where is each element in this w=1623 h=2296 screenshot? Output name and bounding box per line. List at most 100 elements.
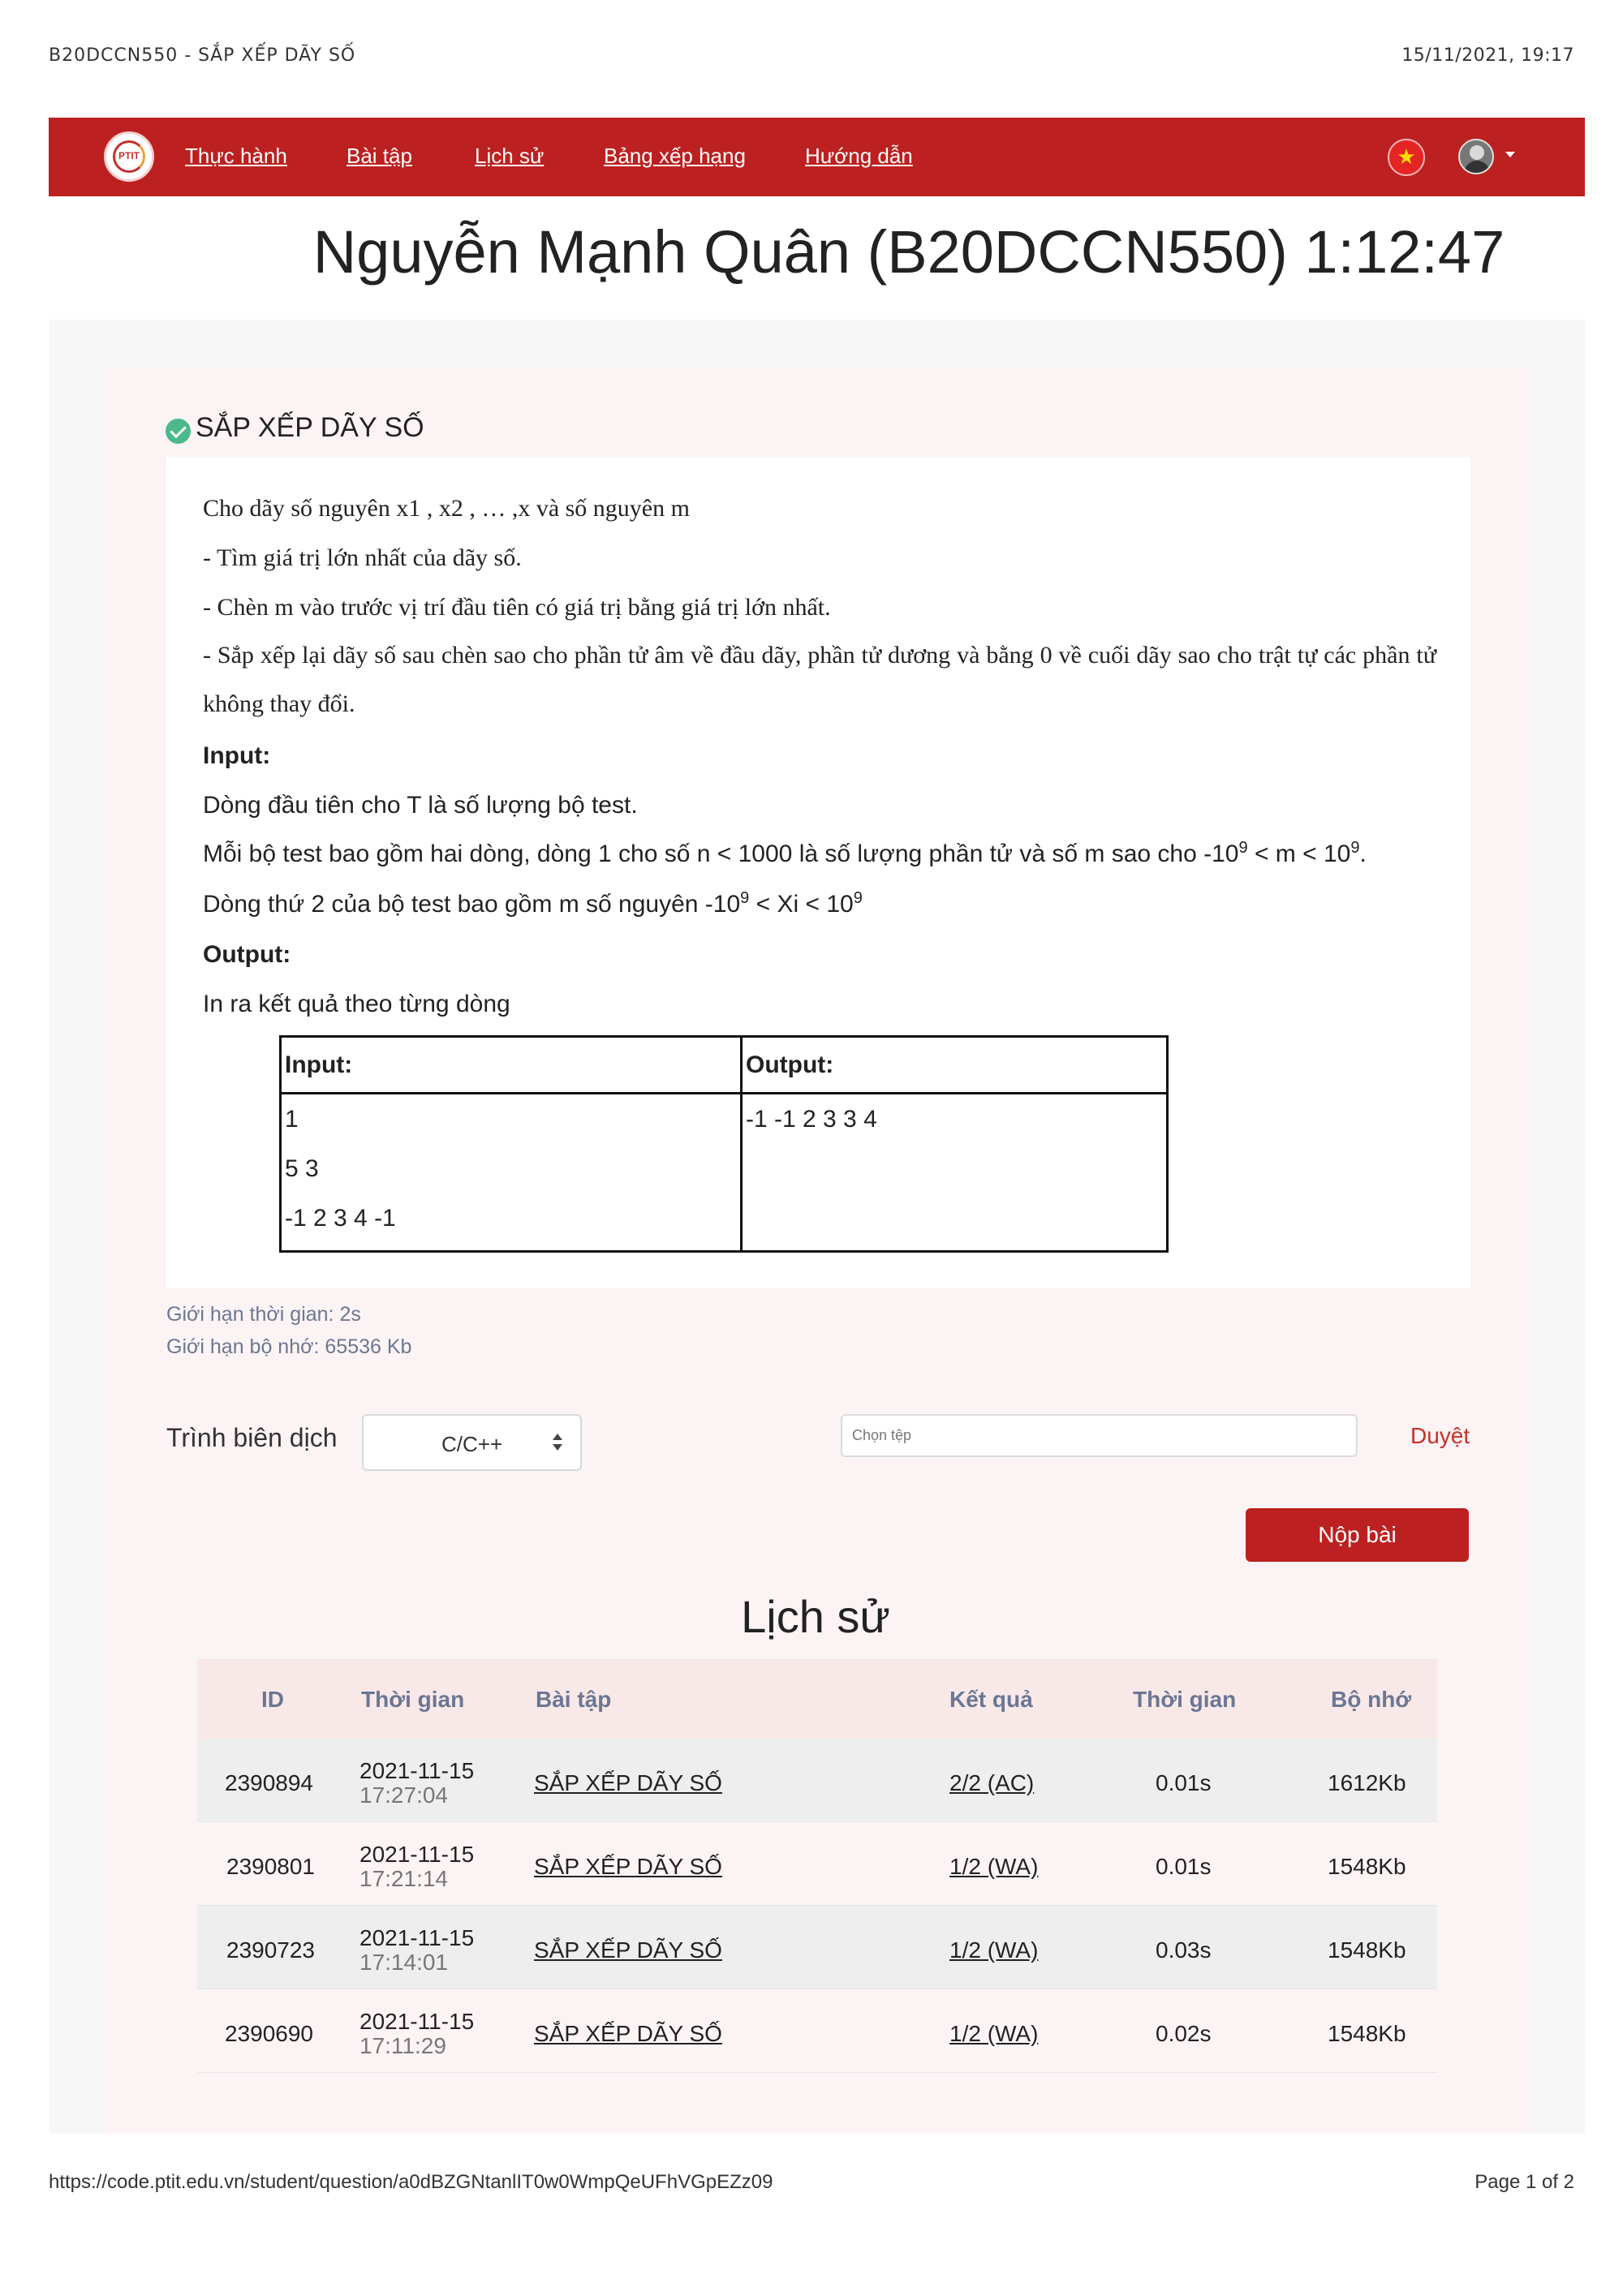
submission-time: 17:11:29	[359, 2033, 446, 2058]
nav-link-guide[interactable]: Hướng dẫn	[805, 144, 913, 169]
input-line-1: Dòng đầu tiên cho T là số lượng bộ test.	[203, 792, 638, 819]
check-circle-icon	[166, 419, 191, 444]
output-heading: Output:	[203, 941, 291, 968]
memory-value: 1548Kb	[1328, 2021, 1406, 2046]
sample-output-cell: -1 -1 2 3 3 4	[740, 1092, 1169, 1253]
input-line-2-c: .	[1359, 841, 1367, 867]
nav-link-exercises[interactable]: Bài tập	[347, 144, 412, 169]
sample-input-line: -1 2 3 4 -1	[285, 1205, 396, 1232]
submission-date: 2021-11-15	[359, 1925, 475, 1950]
submission-date: 2021-11-15	[359, 1842, 475, 1867]
result-link[interactable]: 2/2 (AC)	[949, 1770, 1034, 1796]
input-line-2: Mỗi bộ test bao gồm hai dòng, dòng 1 cho…	[203, 839, 1367, 868]
exponent: 9	[853, 889, 863, 907]
history-table-header: ID Thời gian Bài tập Kết quả Thời gian B…	[197, 1659, 1437, 1739]
problem-link[interactable]: SẮP XẾP DÃY SỐ	[534, 2021, 722, 2047]
runtime-value: 0.02s	[1156, 2021, 1212, 2046]
input-line-3-b: < Xi < 10	[749, 891, 854, 918]
problem-link[interactable]: SẮP XẾP DÃY SỐ	[534, 1937, 722, 1963]
exponent: 9	[1350, 839, 1360, 857]
select-arrows-icon	[553, 1432, 562, 1455]
runtime-value: 0.01s	[1156, 1770, 1212, 1795]
print-page-title: B20DCCN550 - SẮP XẾP DÃY SỐ	[49, 45, 356, 66]
table-row: 2390690 2021-11-15 17:11:29 SẮP XẾP DÃY …	[197, 1989, 1437, 2073]
input-heading: Input:	[203, 742, 271, 769]
submission-date: 2021-11-15	[359, 2009, 475, 2034]
sample-output-line: -1 -1 2 3 3 4	[746, 1106, 877, 1133]
input-line-2-b: < m < 10	[1247, 841, 1351, 867]
submission-id: 2390801	[226, 1854, 316, 1879]
result-link[interactable]: 1/2 (WA)	[949, 1854, 1038, 1880]
print-header: B20DCCN550 - SẮP XẾP DÃY SỐ 15/11/2021, …	[49, 45, 1574, 78]
compiler-value: C/C++	[441, 1432, 503, 1456]
time-limit: Giới hạn thời gian: 2s	[166, 1303, 361, 1326]
problem-title: SẮP XẾP DÃY SỐ	[196, 412, 424, 443]
submission-id: 2390723	[226, 1937, 316, 1963]
history-title: Lịch sử	[741, 1591, 890, 1642]
memory-value: 1612Kb	[1328, 1770, 1406, 1795]
print-url: https://code.ptit.edu.vn/student/questio…	[49, 2171, 773, 2193]
col-memory: Bộ nhớ	[1331, 1687, 1412, 1712]
avatar-body	[1464, 161, 1490, 173]
runtime-value: 0.01s	[1156, 1854, 1212, 1879]
submission-time: 17:27:04	[359, 1782, 448, 1808]
runtime-value: 0.03s	[1156, 1937, 1212, 1963]
sample-input-header: Input:	[279, 1035, 743, 1094]
submission-time: 17:14:01	[359, 1950, 448, 1975]
input-line-3-a: Dòng thứ 2 của bộ test bao gồm m số nguy…	[203, 891, 741, 918]
statement-line-4: - Sắp xếp lại dãy số sau chèn sao cho ph…	[203, 642, 1436, 717]
print-footer: https://code.ptit.edu.vn/student/questio…	[49, 2171, 1574, 2204]
sample-io-table: Input: Output: 1 5 3 -1 2 3 4 -1 -1 -1 2…	[279, 1035, 1169, 1253]
nav-link-history[interactable]: Lịch sử	[475, 144, 544, 169]
col-problem: Bài tập	[536, 1687, 612, 1712]
compiler-label: Trình biên dịch	[166, 1423, 338, 1452]
table-row: 2390801 2021-11-15 17:21:14 SẮP XẾP DÃY …	[197, 1822, 1437, 1906]
avatar-head	[1470, 145, 1484, 160]
result-link[interactable]: 1/2 (WA)	[949, 1937, 1038, 1963]
submission-id: 2390894	[225, 1770, 314, 1795]
statement-line-3: - Chèn m vào trước vị trí đầu tiên có gi…	[203, 594, 831, 621]
user-name-timer: Nguyễn Mạnh Quân (B20DCCN550) 1:12:47	[312, 218, 1505, 286]
col-runtime: Thời gian	[1133, 1687, 1237, 1712]
top-navbar: PTIT Thực hành Bài tập Lịch sử Bảng xếp …	[49, 118, 1585, 196]
statement-line-1: Cho dãy số nguyên x1 , x2 , … ,x và số n…	[203, 495, 690, 522]
problem-link[interactable]: SẮP XẾP DÃY SỐ	[534, 1770, 722, 1796]
statement-line-2: - Tìm giá trị lớn nhất của dãy số.	[203, 544, 522, 571]
print-datetime: 15/11/2021, 19:17	[1401, 45, 1574, 66]
input-line-2-a: Mỗi bộ test bao gồm hai dòng, dòng 1 cho…	[203, 841, 1239, 867]
exponent: 9	[1238, 839, 1248, 857]
file-input[interactable]: Chọn tệp	[841, 1414, 1358, 1457]
print-page-number: Page 1 of 2	[1474, 2171, 1574, 2193]
nav-link-practice[interactable]: Thực hành	[185, 144, 287, 169]
col-result: Kết quả	[949, 1687, 1033, 1712]
col-submit-time: Thời gian	[361, 1687, 465, 1712]
exponent: 9	[740, 889, 750, 907]
problem-link[interactable]: SẮP XẾP DÃY SỐ	[534, 1854, 722, 1880]
input-line-3: Dòng thứ 2 của bộ test bao gồm m số nguy…	[203, 889, 863, 918]
caret-down-icon[interactable]	[1505, 152, 1515, 157]
vietnam-flag-icon[interactable]: ★	[1388, 139, 1425, 176]
submission-id: 2390690	[225, 2021, 314, 2046]
memory-value: 1548Kb	[1328, 1854, 1406, 1879]
memory-value: 1548Kb	[1328, 1937, 1406, 1963]
table-row: 2390894 2021-11-15 17:27:04 SẮP XẾP DÃY …	[197, 1739, 1437, 1822]
submission-date: 2021-11-15	[359, 1758, 475, 1783]
output-line-1: In ra kết quả theo từng dòng	[203, 991, 510, 1017]
ptit-logo[interactable]: PTIT	[104, 131, 154, 182]
logo-text: PTIT	[118, 150, 140, 161]
problem-statement: Cho dãy số nguyên x1 , x2 , … ,x và số n…	[166, 457, 1470, 1288]
memory-limit: Giới hạn bộ nhớ: 65536 Kb	[166, 1335, 412, 1358]
sample-input-line: 1	[285, 1106, 299, 1133]
submission-time: 17:21:14	[359, 1866, 448, 1891]
nav-link-leaderboard[interactable]: Bảng xếp hạng	[604, 144, 746, 169]
sample-output-header: Output:	[740, 1035, 1169, 1094]
col-id: ID	[261, 1687, 284, 1712]
sample-input-cell: 1 5 3 -1 2 3 4 -1	[279, 1092, 743, 1253]
user-avatar[interactable]	[1458, 139, 1494, 174]
table-row: 2390723 2021-11-15 17:14:01 SẮP XẾP DÃY …	[197, 1906, 1437, 1989]
result-link[interactable]: 1/2 (WA)	[949, 2021, 1038, 2047]
sample-input-line: 5 3	[285, 1155, 319, 1182]
submit-button[interactable]: Nộp bài	[1246, 1508, 1469, 1562]
compiler-select[interactable]: C/C++	[362, 1414, 582, 1471]
browse-button[interactable]: Duyệt	[1410, 1423, 1470, 1449]
